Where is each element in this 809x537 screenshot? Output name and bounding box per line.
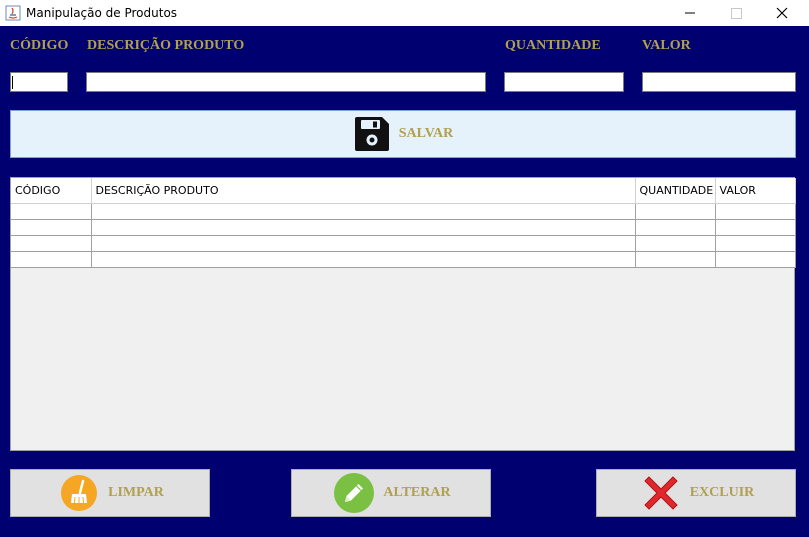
close-icon bbox=[776, 7, 788, 19]
table-row[interactable] bbox=[11, 235, 796, 252]
title-bar: Manipulação de Produtos bbox=[0, 0, 809, 26]
broom-icon bbox=[61, 475, 98, 511]
limpar-button-label: LIMPAR bbox=[108, 485, 164, 500]
quantidade-field[interactable] bbox=[504, 72, 624, 92]
excluir-button[interactable]: EXCLUIR bbox=[596, 469, 796, 517]
quantidade-label: QUANTIDADE bbox=[505, 38, 601, 53]
save-button[interactable]: SALVAR bbox=[10, 110, 796, 158]
products-table-panel: CÓDIGO DESCRIÇÃO PRODUTO QUANTIDADE VALO… bbox=[10, 177, 796, 451]
column-header-codigo[interactable]: CÓDIGO bbox=[11, 178, 92, 204]
table-cell[interactable] bbox=[715, 251, 796, 268]
column-header-valor[interactable]: VALOR bbox=[715, 178, 796, 204]
table-cell[interactable] bbox=[635, 235, 716, 252]
alterar-button[interactable]: ALTERAR bbox=[291, 469, 491, 517]
java-app-icon bbox=[5, 5, 21, 21]
table-cell[interactable] bbox=[635, 219, 716, 236]
alterar-button-label: ALTERAR bbox=[383, 485, 451, 500]
table-cell[interactable] bbox=[11, 203, 92, 220]
table-cell[interactable] bbox=[11, 219, 92, 236]
table-cell[interactable] bbox=[11, 235, 92, 252]
descricao-field[interactable] bbox=[86, 72, 486, 92]
products-table: CÓDIGO DESCRIÇÃO PRODUTO QUANTIDADE VALO… bbox=[11, 178, 796, 268]
table-header-row: CÓDIGO DESCRIÇÃO PRODUTO QUANTIDADE VALO… bbox=[11, 178, 796, 204]
table-cell[interactable] bbox=[91, 235, 636, 252]
main-panel: CÓDIGO DESCRIÇÃO PRODUTO QUANTIDADE VALO… bbox=[0, 26, 809, 537]
limpar-button[interactable]: LIMPAR bbox=[10, 469, 210, 517]
descricao-label: DESCRIÇÃO PRODUTO bbox=[87, 38, 245, 53]
table-row[interactable] bbox=[11, 251, 796, 268]
table-cell[interactable] bbox=[91, 219, 636, 236]
valor-label: VALOR bbox=[642, 38, 691, 53]
maximize-button[interactable] bbox=[713, 0, 759, 26]
save-button-label: SALVAR bbox=[398, 126, 454, 141]
table-cell[interactable] bbox=[715, 203, 796, 220]
floppy-disk-icon bbox=[354, 117, 389, 151]
table-cell[interactable] bbox=[715, 219, 796, 236]
table-cell[interactable] bbox=[635, 203, 716, 220]
excluir-button-label: EXCLUIR bbox=[689, 485, 755, 500]
codigo-label: CÓDIGO bbox=[10, 38, 69, 53]
text-caret bbox=[12, 76, 13, 89]
table-cell[interactable] bbox=[91, 203, 636, 220]
table-cell[interactable] bbox=[635, 251, 716, 268]
close-button[interactable] bbox=[759, 0, 805, 26]
table-cell[interactable] bbox=[91, 251, 636, 268]
column-header-quantidade[interactable]: QUANTIDADE bbox=[635, 178, 716, 204]
maximize-icon bbox=[731, 8, 742, 19]
table-cell[interactable] bbox=[715, 235, 796, 252]
pencil-icon bbox=[334, 473, 375, 513]
column-header-descricao[interactable]: DESCRIÇÃO PRODUTO bbox=[91, 178, 636, 204]
codigo-field[interactable] bbox=[10, 72, 68, 92]
red-x-icon bbox=[643, 476, 678, 510]
table-cell[interactable] bbox=[11, 251, 92, 268]
window-title: Manipulação de Produtos bbox=[26, 6, 178, 20]
minimize-button[interactable] bbox=[667, 0, 713, 26]
table-row[interactable] bbox=[11, 219, 796, 236]
table-row[interactable] bbox=[11, 203, 796, 220]
valor-field[interactable] bbox=[642, 72, 796, 92]
minimize-icon bbox=[685, 12, 695, 14]
